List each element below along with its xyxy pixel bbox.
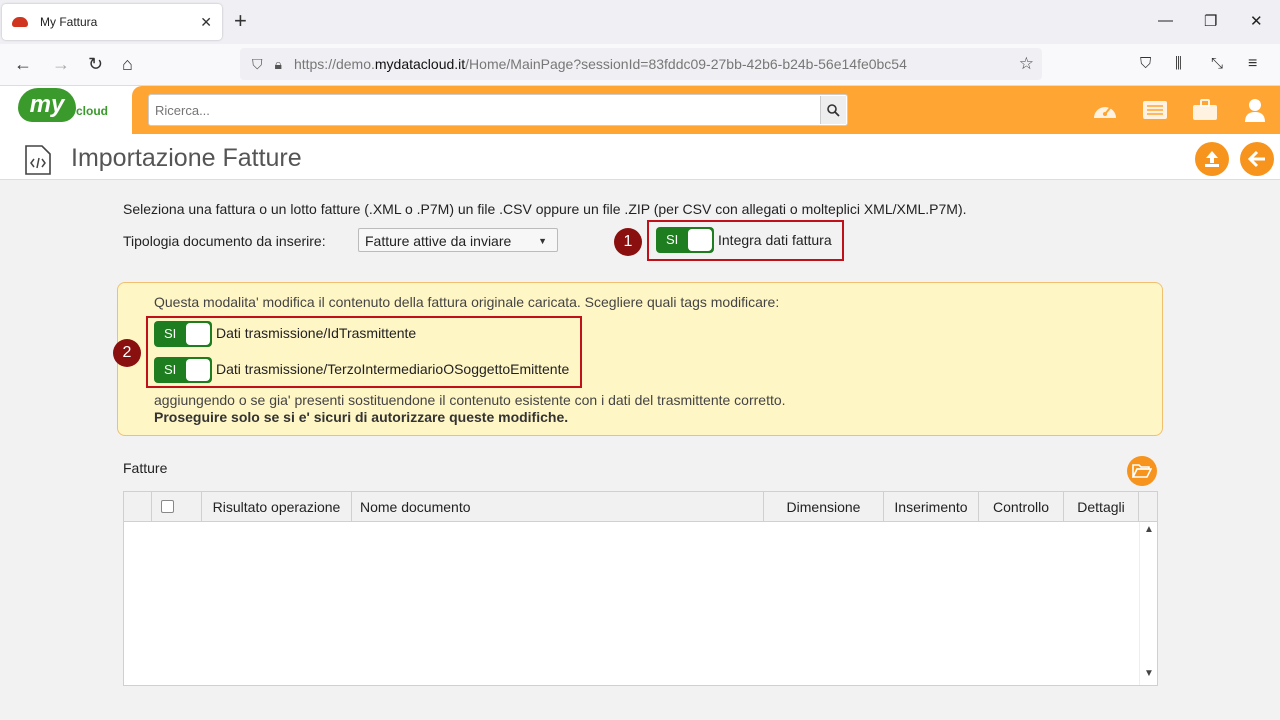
dashboard-icon[interactable] xyxy=(1092,98,1118,122)
table-scrollbar[interactable]: ▲ ▼ xyxy=(1139,522,1157,685)
warning-line-1: Questa modalita' modifica il contenuto d… xyxy=(154,294,780,310)
close-tab-icon[interactable]: ✕ xyxy=(200,14,212,31)
column-header-risultato[interactable]: Risultato operazione xyxy=(202,492,352,522)
url-text[interactable]: https://demo.mydatacloud.it/Home/MainPag… xyxy=(294,56,907,72)
integra-label: Integra dati fattura xyxy=(718,232,832,248)
logo-cloud: cloud xyxy=(76,104,108,118)
pocket-icon[interactable]: ⛉ xyxy=(1140,53,1151,75)
toggle-knob xyxy=(688,229,712,251)
intro-text: Seleziona una fattura o un lotto fatture… xyxy=(123,201,967,217)
page-header: Importazione Fatture xyxy=(0,134,1280,180)
fatture-label: Fatture xyxy=(123,460,168,476)
warning-line-2: aggiungendo o se gia' presenti sostituen… xyxy=(154,392,786,408)
column-header-dimensione[interactable]: Dimensione xyxy=(764,492,884,522)
list-icon[interactable] xyxy=(1142,98,1168,122)
scroll-down-icon[interactable]: ▼ xyxy=(1144,668,1154,679)
integra-toggle[interactable]: SI xyxy=(656,227,714,253)
dropdown-caret-icon: ▼ xyxy=(538,236,547,246)
integra-toggle-state: SI xyxy=(666,232,679,247)
badge-1: 1 xyxy=(614,228,642,256)
home-icon[interactable]: ⌂ xyxy=(122,53,133,75)
upload-button[interactable] xyxy=(1195,142,1229,176)
column-header-dettagli[interactable]: Dettagli xyxy=(1064,492,1139,522)
open-folder-icon[interactable] xyxy=(1127,456,1157,486)
briefcase-icon[interactable] xyxy=(1192,98,1218,122)
tipologia-label: Tipologia documento da inserire: xyxy=(123,233,326,249)
browser-nav-bar: ← → ↻ ⌂ ⛉ 🔒︎ https://demo.mydatacloud.it… xyxy=(0,44,1280,86)
header-bar xyxy=(132,86,1280,134)
select-all-checkbox[interactable] xyxy=(161,500,174,513)
browser-tab[interactable]: My Fattura ✕ xyxy=(2,4,222,40)
url-bar[interactable]: ⛉ 🔒︎ https://demo.mydatacloud.it/Home/Ma… xyxy=(240,48,1042,80)
tipologia-select[interactable]: Fatture attive da inviare ▼ xyxy=(358,228,558,252)
terzointermediario-toggle[interactable]: SI xyxy=(154,357,212,383)
logo-my: my xyxy=(18,88,76,122)
search-icon[interactable] xyxy=(820,96,846,124)
toggle-knob xyxy=(186,323,210,345)
back-button[interactable] xyxy=(1240,142,1274,176)
library-icon[interactable]: ⫼ xyxy=(1175,53,1182,75)
terzointermediario-label: Dati trasmissione/TerzoIntermediarioOSog… xyxy=(216,361,570,377)
back-icon[interactable]: ← xyxy=(14,53,32,75)
lock-icon: 🔒︎ xyxy=(274,55,282,72)
extensions-icon[interactable]: ⤡ xyxy=(1211,53,1223,75)
new-tab-icon[interactable]: + xyxy=(234,10,247,32)
menu-icon[interactable]: ≡ xyxy=(1248,53,1257,75)
toggle-knob xyxy=(186,359,210,381)
column-header-expand xyxy=(124,492,152,522)
close-window-icon[interactable]: ✕ xyxy=(1250,12,1263,30)
xml-file-icon xyxy=(24,145,52,175)
idtrasmittente-toggle-state: SI xyxy=(164,326,177,341)
column-header-nome[interactable]: Nome documento xyxy=(352,492,764,522)
badge-2: 2 xyxy=(113,339,141,367)
minimize-icon[interactable]: — xyxy=(1158,12,1173,29)
restore-icon[interactable]: ❐ xyxy=(1204,12,1217,30)
forward-icon[interactable]: → xyxy=(52,53,70,75)
favicon-icon xyxy=(12,17,28,27)
terzointermediario-toggle-state: SI xyxy=(164,362,177,377)
column-header-controllo[interactable]: Controllo xyxy=(979,492,1064,522)
column-header-inserimento[interactable]: Inserimento xyxy=(884,492,979,522)
app-logo[interactable]: my cloud xyxy=(18,88,118,128)
app-header: my cloud xyxy=(0,86,1280,134)
table-header: Risultato operazione Nome documento Dime… xyxy=(124,492,1157,522)
page-title: Importazione Fatture xyxy=(71,144,302,172)
tipologia-value: Fatture attive da inviare xyxy=(365,233,512,249)
idtrasmittente-label: Dati trasmissione/IdTrasmittente xyxy=(216,325,417,341)
shield-icon: ⛉ xyxy=(252,55,263,72)
tab-title: My Fattura xyxy=(40,15,98,29)
column-header-select xyxy=(152,492,202,522)
idtrasmittente-toggle[interactable]: SI xyxy=(154,321,212,347)
search-input[interactable] xyxy=(148,94,848,126)
browser-tab-bar: My Fattura ✕ + — ❐ ✕ xyxy=(0,0,1280,44)
scroll-up-icon[interactable]: ▲ xyxy=(1144,524,1154,535)
bookmark-star-icon[interactable]: ☆ xyxy=(1019,54,1034,74)
warning-line-3: Proseguire solo se si e' sicuri di autor… xyxy=(154,409,569,425)
reload-icon[interactable]: ↻ xyxy=(88,53,103,75)
user-icon[interactable] xyxy=(1242,98,1268,122)
fatture-table: Risultato operazione Nome documento Dime… xyxy=(123,491,1158,686)
